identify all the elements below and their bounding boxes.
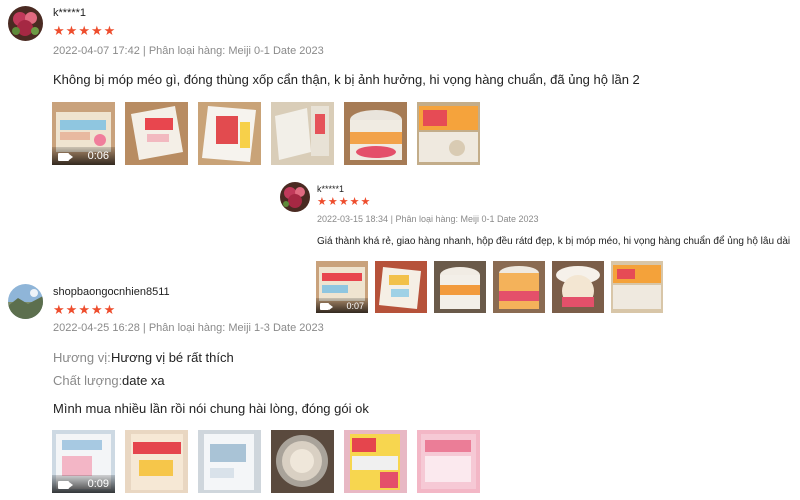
- video-camera-icon: [58, 481, 73, 489]
- review-1: k*****1 ★ ★ ★ ★ ★ 2022-04-07 17:42 | Phâ…: [0, 0, 800, 175]
- username[interactable]: k*****1: [317, 184, 344, 194]
- review-date: 2022-03-15 18:34: [317, 214, 389, 224]
- review-comment: Không bị móp méo gì, đóng thùng xốp cẩn …: [53, 72, 640, 87]
- username[interactable]: shopbaongocnhien8511: [53, 286, 170, 298]
- username[interactable]: k*****1: [53, 7, 86, 19]
- photo-thumbnail[interactable]: [125, 102, 188, 165]
- photo-thumbnail[interactable]: [271, 102, 334, 165]
- star-icon: ★: [53, 302, 65, 317]
- avatar[interactable]: [8, 6, 43, 41]
- video-camera-icon: [58, 153, 73, 161]
- variation-label: Phân loại hàng:: [395, 214, 458, 224]
- review-meta: 2022-04-07 17:42 | Phân loại hàng: Meiji…: [53, 45, 324, 57]
- photo-thumbnail[interactable]: [198, 102, 261, 165]
- review-date: 2022-04-25 16:28: [53, 322, 140, 334]
- variation-label: Phân loại hàng:: [148, 45, 226, 57]
- star-rating: ★ ★ ★ ★ ★: [317, 197, 370, 208]
- video-thumbnail[interactable]: 0:09: [52, 430, 115, 493]
- star-icon: ★: [65, 23, 78, 38]
- variation-value: Meiji 0-1 Date 2023: [228, 45, 324, 57]
- star-icon: ★: [78, 302, 90, 317]
- separator: |: [142, 322, 146, 334]
- photo-thumbnail[interactable]: [125, 430, 188, 493]
- star-rating: ★ ★ ★ ★ ★: [53, 303, 115, 316]
- star-icon: ★: [327, 196, 338, 208]
- photo-thumbnail[interactable]: [344, 430, 407, 493]
- media-gallery: 0:06: [52, 102, 480, 165]
- video-thumbnail[interactable]: 0:06: [52, 102, 115, 165]
- separator: |: [390, 214, 393, 224]
- star-icon: ★: [349, 196, 360, 208]
- variation-value: Meiji 0-1 Date 2023: [460, 214, 539, 224]
- photo-thumbnail[interactable]: [271, 430, 334, 493]
- star-icon: ★: [317, 196, 327, 208]
- star-icon: ★: [90, 302, 103, 317]
- avatar[interactable]: [280, 182, 310, 212]
- photo-thumbnail[interactable]: [417, 102, 480, 165]
- star-icon: ★: [53, 23, 65, 38]
- review-meta: 2022-04-25 16:28 | Phân loại hàng: Meiji…: [53, 322, 324, 334]
- star-rating: ★ ★ ★ ★ ★: [53, 24, 115, 37]
- video-duration: 0:09: [87, 478, 109, 490]
- photo-thumbnail[interactable]: [344, 102, 407, 165]
- quality-label: Chất lượng:: [53, 373, 123, 388]
- star-icon: ★: [103, 302, 116, 317]
- star-icon: ★: [103, 23, 116, 38]
- review-date: 2022-04-07 17:42: [53, 45, 140, 57]
- star-icon: ★: [90, 23, 103, 38]
- video-duration: 0:06: [87, 150, 109, 162]
- variation-label: Phân loại hàng:: [148, 322, 226, 334]
- flavor-label: Hương vị:: [53, 350, 111, 365]
- media-gallery: 0:09: [52, 430, 480, 493]
- separator: |: [142, 45, 146, 57]
- quality-value: date xa: [122, 373, 165, 388]
- review-3: shopbaongocnhien8511 ★ ★ ★ ★ ★ 2022-04-2…: [0, 280, 800, 500]
- review-comment: Giá thành khá rẻ, giao hàng nhanh, hộp đ…: [317, 236, 791, 247]
- star-icon: ★: [338, 196, 349, 208]
- review-comment: Mình mua nhiều lần rồi nói chung hài lòn…: [53, 401, 369, 416]
- variation-value: Meiji 1-3 Date 2023: [228, 322, 324, 334]
- star-icon: ★: [78, 23, 90, 38]
- flavor-value: Hương vị bé rất thích: [111, 350, 234, 365]
- star-icon: ★: [360, 196, 371, 208]
- photo-thumbnail[interactable]: [198, 430, 261, 493]
- star-icon: ★: [65, 302, 78, 317]
- avatar[interactable]: [8, 284, 43, 319]
- photo-thumbnail[interactable]: [417, 430, 480, 493]
- review-meta: 2022-03-15 18:34 | Phân loại hàng: Meiji…: [317, 214, 539, 224]
